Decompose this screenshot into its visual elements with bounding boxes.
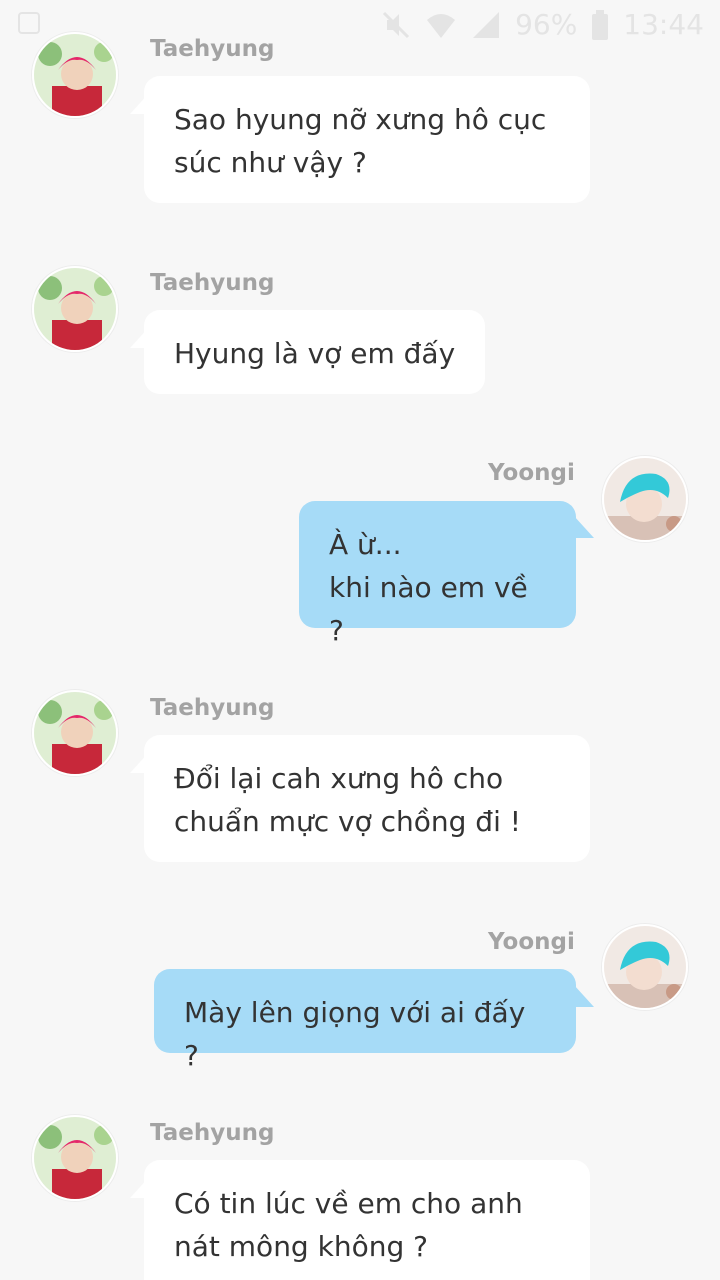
avatar-yoongi[interactable] bbox=[602, 924, 688, 1010]
sender-name: Taehyung bbox=[150, 36, 275, 62]
message-bubble[interactable]: Đổi lại cah xưng hô cho chuẩn mực vợ chồ… bbox=[144, 735, 590, 862]
wifi-icon bbox=[425, 10, 457, 40]
image-notification-icon bbox=[18, 12, 40, 34]
sender-name: Taehyung bbox=[150, 1120, 275, 1146]
sender-name: Yoongi bbox=[488, 929, 575, 955]
message-bubble[interactable]: Có tin lúc về em cho anh nát mông không … bbox=[144, 1160, 590, 1280]
message-bubble[interactable]: À ừ... khi nào em về ? bbox=[299, 501, 576, 647]
message-bubble[interactable]: Mày lên giọng với ai đấy ? bbox=[154, 969, 576, 1072]
mute-icon bbox=[381, 10, 411, 40]
chat-screen: 96% 13:44 Taehyung Sao hyung nỡ xưng hô … bbox=[0, 0, 720, 1280]
avatar-taehyung[interactable] bbox=[32, 266, 118, 352]
sender-name: Taehyung bbox=[150, 695, 275, 721]
bubble-tail bbox=[574, 985, 594, 1007]
status-bar: 96% 13:44 bbox=[0, 0, 720, 50]
avatar-taehyung[interactable] bbox=[32, 690, 118, 776]
battery-icon bbox=[591, 10, 609, 40]
clock: 13:44 bbox=[623, 8, 704, 41]
bubble-tail bbox=[574, 516, 594, 538]
signal-icon bbox=[471, 10, 501, 40]
message-bubble[interactable]: Hyung là vợ em đấy bbox=[144, 310, 485, 394]
avatar-taehyung[interactable] bbox=[32, 32, 118, 118]
battery-percentage: 96% bbox=[515, 8, 578, 41]
avatar-taehyung[interactable] bbox=[32, 1115, 118, 1201]
message-bubble[interactable]: Sao hyung nỡ xưng hô cục súc như vậy ? bbox=[144, 76, 590, 203]
avatar-yoongi[interactable] bbox=[602, 456, 688, 542]
sender-name: Taehyung bbox=[150, 270, 275, 296]
status-bar-right: 96% 13:44 bbox=[381, 6, 704, 44]
sender-name: Yoongi bbox=[488, 460, 575, 486]
